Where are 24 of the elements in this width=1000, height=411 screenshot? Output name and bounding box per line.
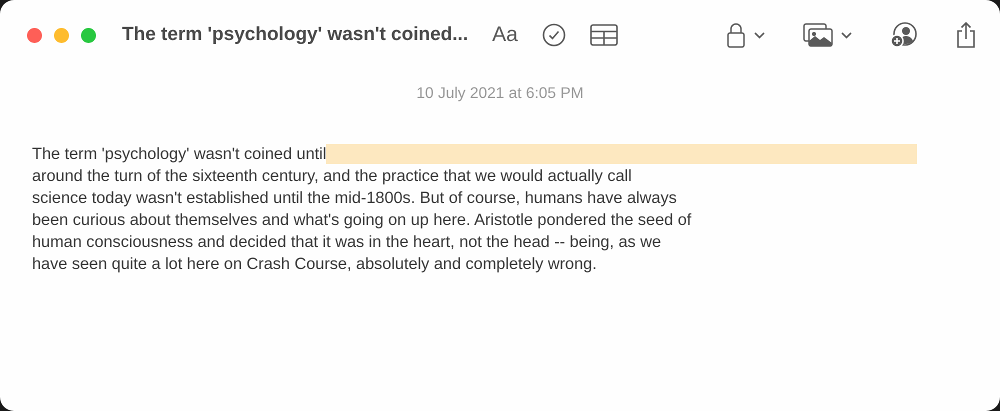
add-person-icon: [890, 22, 918, 48]
chevron-down-icon: [754, 32, 765, 38]
share-button[interactable]: [956, 21, 976, 49]
note-text-line: have seen quite a lot here on Crash Course, absolutely and completely wrong.: [32, 254, 597, 276]
photos-icon: [803, 23, 833, 47]
format-button[interactable]: Aa: [492, 19, 518, 51]
window-title: The term 'psychology' wasn't coined...: [122, 22, 468, 47]
lock-button[interactable]: [726, 22, 765, 48]
media-button[interactable]: [803, 23, 852, 47]
checklist-button[interactable]: [542, 23, 566, 47]
note-text-line: been curious about themselves and what's going on up here. Aristotle pondered the seed of: [32, 210, 692, 232]
share-icon: [956, 21, 976, 49]
note-text-line: human consciousness and decided that it was in the heart, not the head -- being, as we: [32, 232, 662, 254]
chevron-down-icon: [841, 32, 852, 38]
checkmark-circle-icon: [542, 23, 566, 47]
collaborate-button[interactable]: [890, 22, 918, 48]
note-text-line: The term 'psychology' wasn't coined until: [32, 144, 326, 166]
note-text-line: science today wasn't established until the mid-1800s. But of course, humans have always: [32, 188, 677, 210]
table-button[interactable]: [590, 24, 618, 46]
note-text-line: around the turn of the sixteenth century, and the practice that we would actually call: [32, 166, 632, 188]
lock-icon: [726, 22, 746, 48]
close-button[interactable]: [27, 28, 42, 42]
table-icon: [590, 24, 618, 46]
note-date: 10 July 2021 at 6:05 PM: [416, 85, 584, 102]
